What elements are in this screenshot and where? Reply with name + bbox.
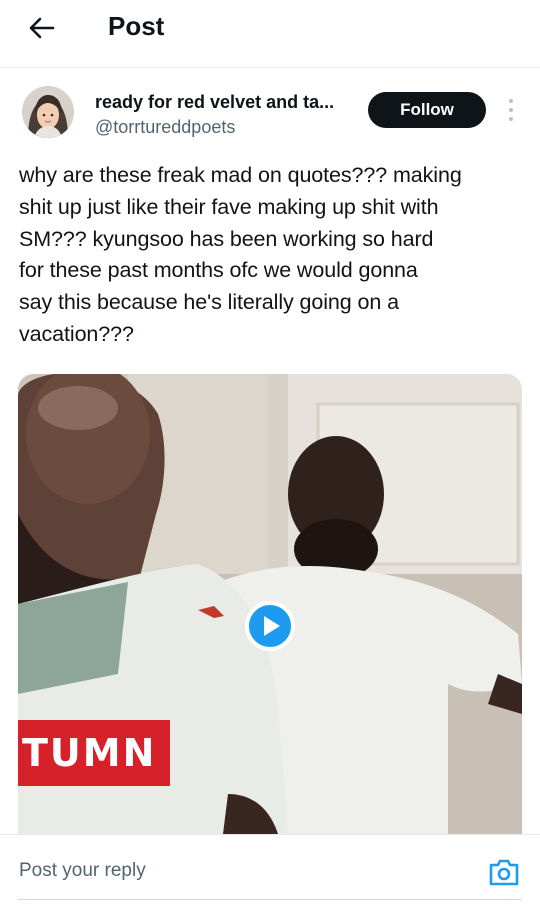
- reply-input[interactable]: [19, 860, 449, 882]
- display-name[interactable]: ready for red velvet and ta...: [95, 92, 334, 113]
- post-author: ready for red velvet and ta... @torrture…: [0, 68, 540, 158]
- avatar-image: [22, 86, 74, 138]
- more-vertical-icon-dot: [509, 117, 513, 121]
- user-handle[interactable]: @torrtureddpoets: [95, 117, 235, 138]
- reply-divider: [18, 899, 522, 900]
- avatar[interactable]: [22, 86, 74, 138]
- more-options-button[interactable]: [502, 96, 520, 124]
- follow-button[interactable]: Follow: [368, 92, 486, 128]
- reply-bar: [0, 834, 540, 908]
- camera-icon: [489, 859, 519, 886]
- shirt-print-text: TUMN: [18, 720, 170, 786]
- arrow-left-icon: [29, 17, 55, 39]
- back-button[interactable]: [22, 10, 62, 46]
- more-vertical-icon: [509, 99, 513, 103]
- play-button[interactable]: [245, 601, 295, 651]
- post-text: why are these freak mad on quotes??? mak…: [19, 163, 462, 346]
- more-vertical-icon-dot: [509, 108, 513, 112]
- camera-button[interactable]: [488, 857, 520, 887]
- page-title: Post: [108, 11, 165, 41]
- play-icon: [264, 616, 280, 636]
- top-app-bar: Post: [0, 0, 540, 68]
- video-media[interactable]: TUMN: [18, 374, 522, 834]
